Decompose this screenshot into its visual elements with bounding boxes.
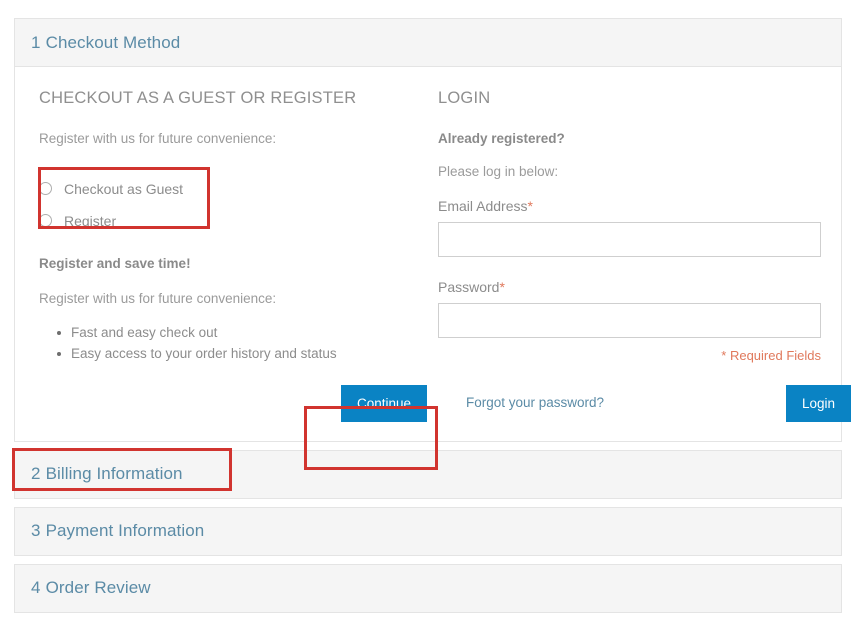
checkout-section-order-review: 4 Order Review: [14, 564, 842, 613]
please-log-in-text: Please log in below:: [438, 163, 821, 182]
email-label-text: Email Address: [438, 198, 527, 214]
guest-register-intro: Register with us for future convenience:: [39, 130, 416, 149]
required-asterisk: *: [527, 198, 532, 214]
radio-option-checkout-as-guest[interactable]: Checkout as Guest: [39, 175, 416, 203]
section-number: 2: [31, 464, 41, 483]
radio-label-guest: Checkout as Guest: [64, 181, 183, 197]
section-title-payment-information: 3 Payment Information: [31, 521, 204, 541]
section-title-order-review: 4 Order Review: [31, 578, 151, 598]
radio-circle-icon[interactable]: [39, 214, 52, 227]
register-save-time-heading: Register and save time!: [39, 255, 416, 274]
login-button[interactable]: Login: [786, 385, 851, 422]
section-label: Checkout Method: [46, 33, 181, 52]
email-label: Email Address*: [438, 198, 821, 214]
forgot-password-link[interactable]: Forgot your password?: [466, 395, 604, 410]
list-item: Fast and easy check out: [57, 323, 416, 344]
login-column: LOGIN Already registered? Please log in …: [426, 89, 821, 363]
section-body-checkout-method: CHECKOUT AS A GUEST OR REGISTER Register…: [15, 66, 841, 441]
password-label: Password*: [438, 279, 821, 295]
radio-label-register: Register: [64, 213, 116, 229]
required-asterisk: *: [499, 279, 504, 295]
section-header-checkout-method[interactable]: 1 Checkout Method: [15, 19, 841, 66]
login-heading: LOGIN: [438, 89, 821, 108]
checkout-page: 1 Checkout Method CHECKOUT AS A GUEST OR …: [14, 18, 842, 621]
password-field[interactable]: [438, 303, 821, 338]
section-label: Order Review: [46, 578, 151, 597]
section-header-order-review[interactable]: 4 Order Review: [15, 565, 841, 612]
section-number: 3: [31, 521, 41, 540]
register-benefits-list: Fast and easy check out Easy access to y…: [39, 323, 416, 365]
checkout-method-actions: Continue Forgot your password? Login: [27, 365, 821, 441]
password-label-text: Password: [438, 279, 499, 295]
section-header-payment-information[interactable]: 3 Payment Information: [15, 508, 841, 555]
section-label: Payment Information: [46, 521, 205, 540]
section-header-billing-information[interactable]: 2 Billing Information: [15, 451, 841, 498]
already-registered-text: Already registered?: [438, 130, 821, 149]
radio-option-register[interactable]: Register: [39, 207, 416, 235]
section-label: Billing Information: [46, 464, 183, 483]
checkout-section-payment-information: 3 Payment Information: [14, 507, 842, 556]
checkout-method-radio-group: Checkout as Guest Register: [39, 167, 416, 241]
checkout-section-billing-information: 2 Billing Information: [14, 450, 842, 499]
list-item: Easy access to your order history and st…: [57, 344, 416, 365]
checkout-section-checkout-method: 1 Checkout Method CHECKOUT AS A GUEST OR …: [14, 18, 842, 442]
checkout-method-columns: CHECKOUT AS A GUEST OR REGISTER Register…: [27, 89, 821, 365]
continue-button[interactable]: Continue: [341, 385, 427, 422]
radio-circle-icon[interactable]: [39, 182, 52, 195]
email-field[interactable]: [438, 222, 821, 257]
register-save-time-intro: Register with us for future convenience:: [39, 290, 416, 309]
guest-register-column: CHECKOUT AS A GUEST OR REGISTER Register…: [27, 89, 426, 365]
section-number: 4: [31, 578, 41, 597]
guest-register-heading: CHECKOUT AS A GUEST OR REGISTER: [39, 89, 416, 108]
section-number: 1: [31, 33, 41, 52]
section-title-billing-information: 2 Billing Information: [31, 464, 183, 484]
required-fields-note: * Required Fields: [438, 348, 821, 363]
section-title-checkout-method: 1 Checkout Method: [31, 33, 180, 53]
